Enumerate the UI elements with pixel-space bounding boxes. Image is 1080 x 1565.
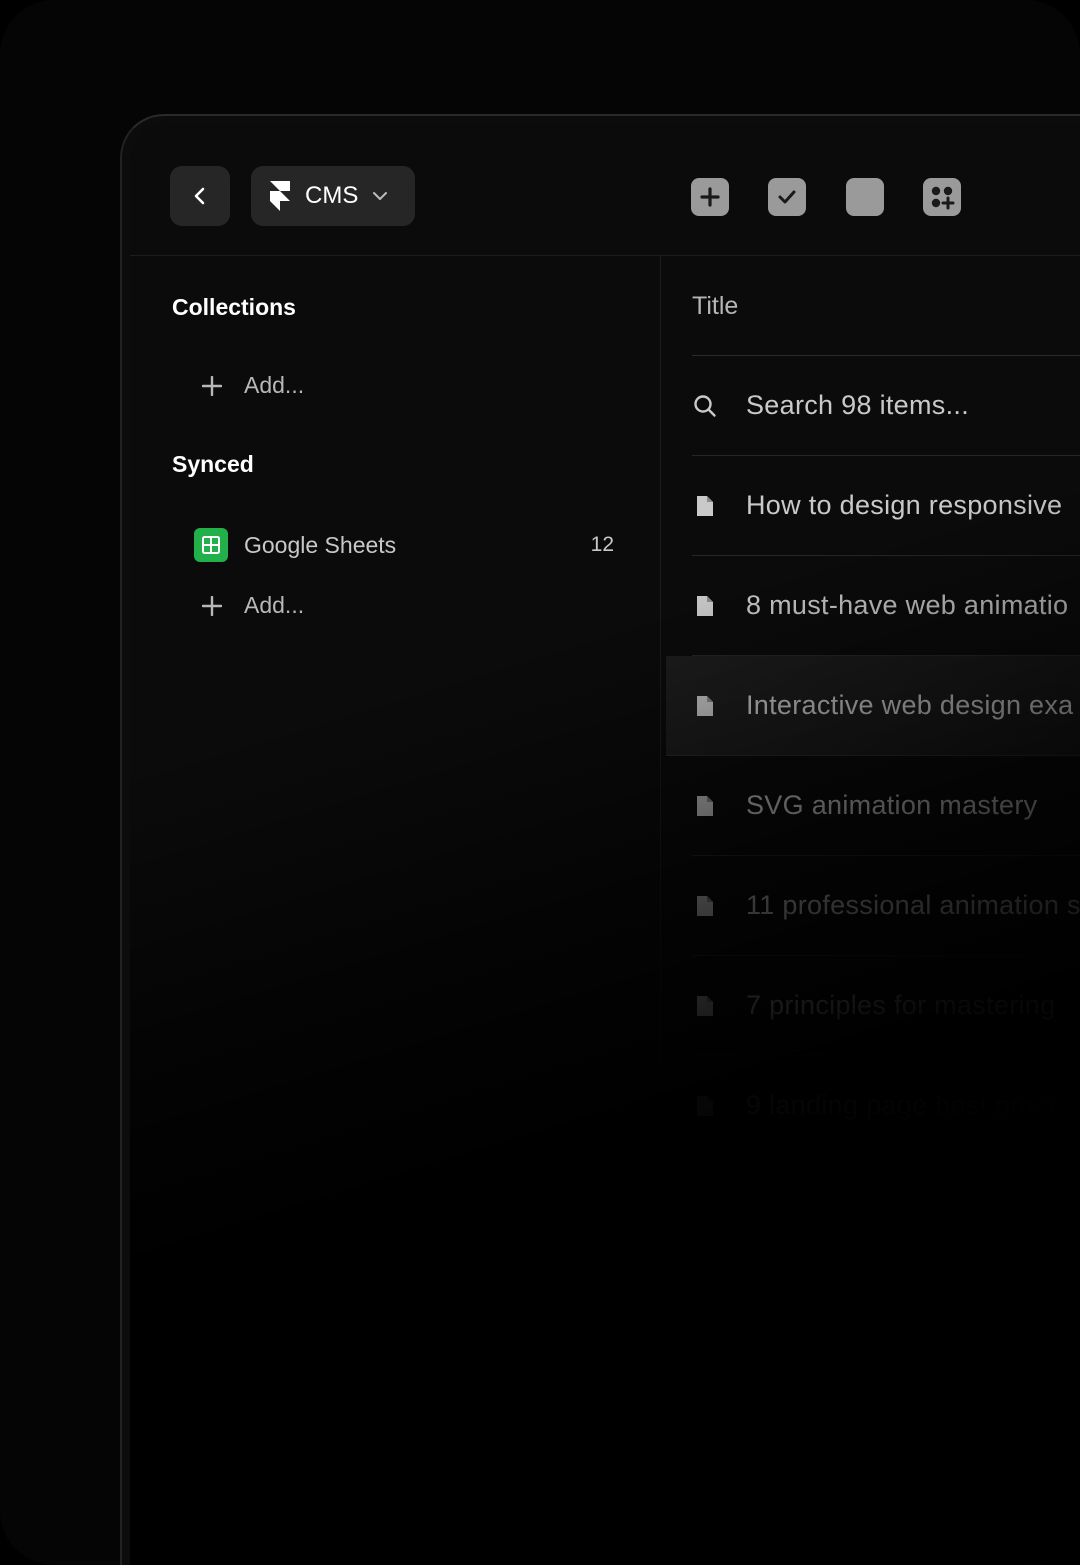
- document-icon: [692, 1093, 718, 1119]
- row-title: 8 must-have web animatio: [746, 590, 1069, 620]
- table-row[interactable]: 8 must-have web animatio: [692, 556, 1080, 656]
- chevron-left-icon: [194, 187, 205, 205]
- plus-icon: [202, 375, 222, 396]
- select-items-button[interactable]: [768, 178, 806, 216]
- document-icon: [692, 893, 718, 919]
- app-window: CMS Collections Add... Synced Google She…: [120, 114, 1080, 1565]
- fields-button[interactable]: [846, 178, 884, 216]
- column-title: Title: [692, 292, 739, 320]
- document-icon: [692, 993, 718, 1019]
- cms-menu-button[interactable]: CMS: [251, 166, 415, 226]
- document-icon: [692, 793, 718, 819]
- row-title: Interactive web design exa: [746, 690, 1074, 720]
- document-icon: [692, 1193, 718, 1219]
- synced-title: Synced: [172, 451, 254, 477]
- add-item-button[interactable]: [691, 178, 729, 216]
- cms-label: CMS: [305, 182, 359, 209]
- document-icon: [692, 593, 718, 619]
- toolbar: CMS: [130, 122, 1080, 256]
- device-frame: CMS Collections Add... Synced Google She…: [0, 0, 1080, 1565]
- table-row[interactable]: ... that trans: [692, 1156, 1080, 1255]
- row-title: 11 professional animation s: [746, 890, 1080, 920]
- column-header[interactable]: Title: [692, 256, 1080, 356]
- google-sheets-icon: [194, 528, 228, 562]
- collections-title: Collections: [172, 294, 296, 320]
- table-row-highlighted[interactable]: Interactive web design exa: [666, 656, 1080, 756]
- add-collection-label: Add...: [244, 372, 305, 398]
- document-icon: [692, 693, 718, 719]
- framer-logo-icon: [270, 181, 290, 211]
- plugins-grid-icon: [931, 186, 955, 210]
- add-collection-button[interactable]: Add...: [202, 372, 304, 399]
- add-square-icon: [700, 187, 720, 207]
- chevron-down-icon: [373, 192, 388, 200]
- search-row[interactable]: Search 98 items...: [692, 356, 1080, 456]
- sidebar-item-label: Google Sheets: [244, 531, 397, 558]
- table-row[interactable]: 9 landing page best practi: [692, 1056, 1080, 1156]
- plugins-button[interactable]: [923, 178, 961, 216]
- row-title: ... that trans: [896, 1190, 1043, 1220]
- table-row[interactable]: 7 principles for mastering: [692, 956, 1080, 1056]
- search-input[interactable]: Search 98 items...: [746, 390, 969, 421]
- table-row[interactable]: 11 professional animation s: [692, 856, 1080, 956]
- check-square-icon: [778, 190, 796, 204]
- row-title: 7 principles for mastering: [746, 990, 1056, 1020]
- add-synced-button[interactable]: Add...: [202, 592, 304, 619]
- app-window-content: CMS Collections Add... Synced Google She…: [130, 122, 1080, 1565]
- document-icon: [692, 493, 718, 519]
- sidebar-item-google-sheets[interactable]: Google Sheets 12: [194, 528, 614, 562]
- search-icon: [692, 393, 718, 419]
- row-title: 9 landing page best practi: [746, 1090, 1064, 1120]
- row-title: SVG animation mastery: [746, 790, 1038, 820]
- table-row[interactable]: SVG animation mastery: [692, 756, 1080, 856]
- items-list: Title Search 98 items... How to design r…: [666, 256, 1080, 1565]
- item-count: 12: [590, 533, 614, 556]
- add-synced-label: Add...: [244, 592, 305, 618]
- back-button[interactable]: [170, 166, 230, 226]
- table-row[interactable]: How to design responsive: [692, 456, 1080, 556]
- row-title: How to design responsive: [746, 490, 1063, 520]
- sidebar: Collections Add... Synced Google Sheets …: [130, 256, 661, 1565]
- plus-icon: [202, 595, 222, 616]
